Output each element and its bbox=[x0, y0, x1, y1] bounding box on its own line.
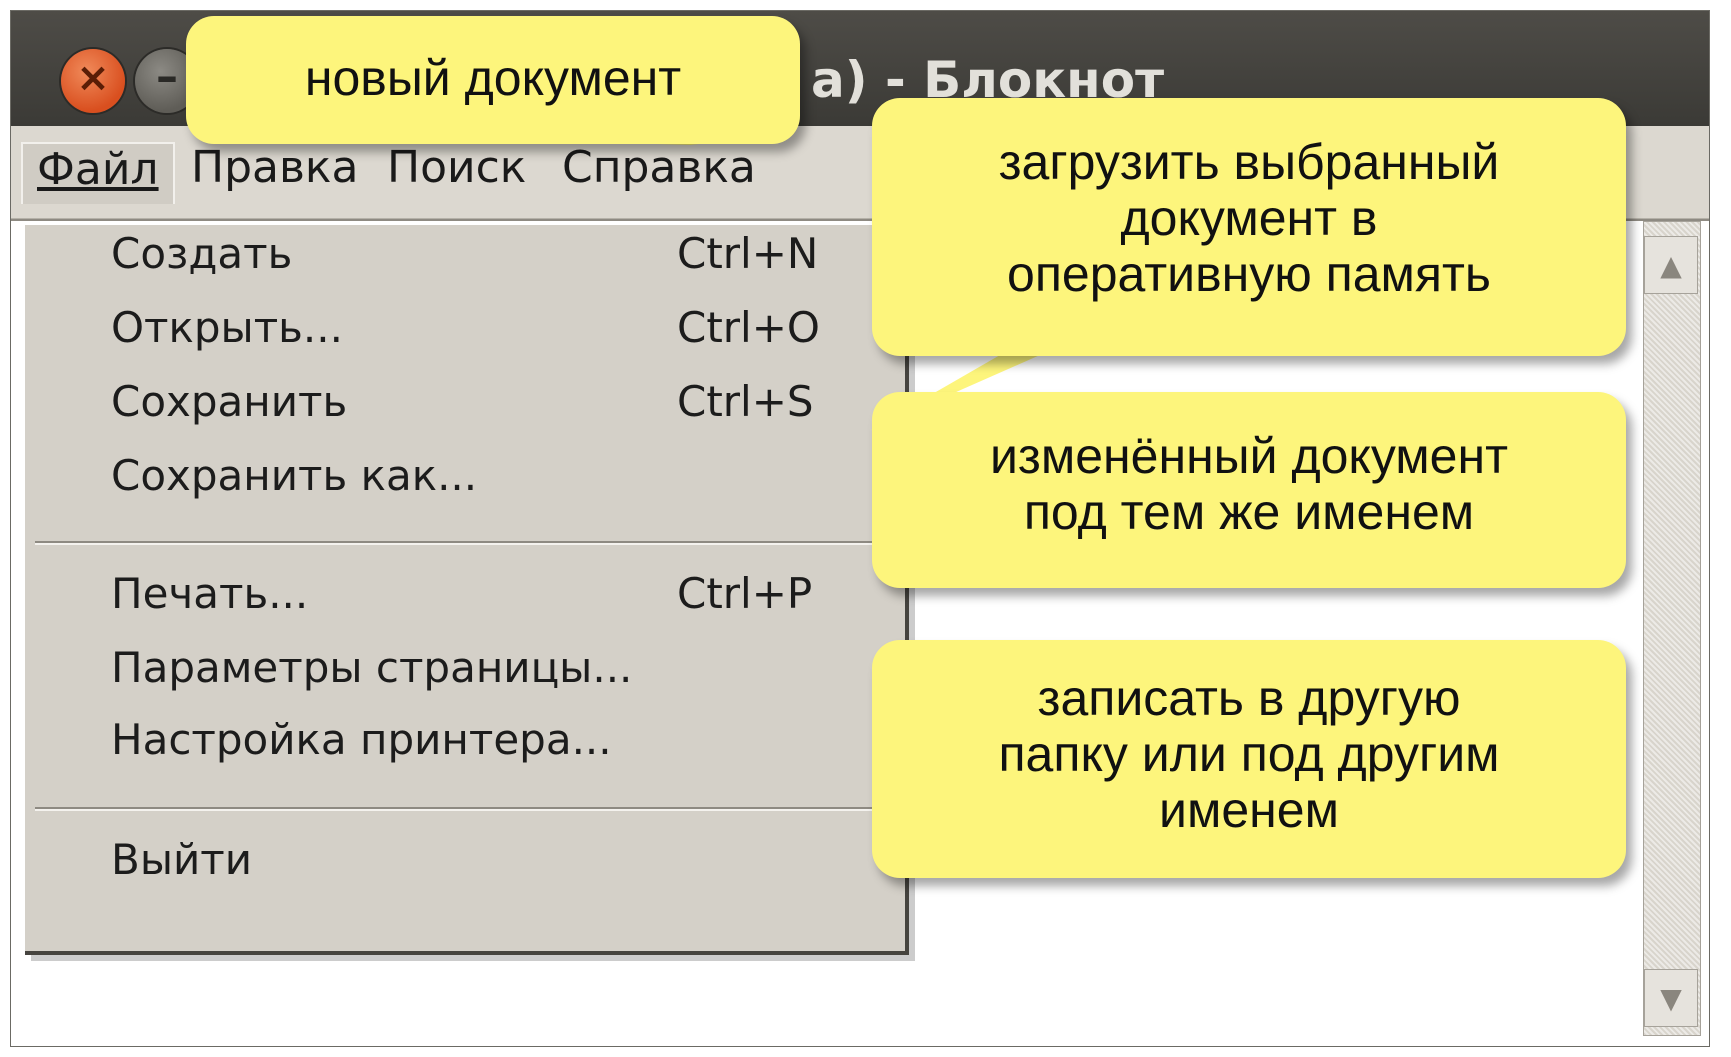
callout-open: загрузить выбранный документ в оперативн… bbox=[872, 98, 1626, 356]
callout-open-line1: загрузить выбранный bbox=[998, 134, 1500, 190]
callout-new-doc-text: новый документ bbox=[304, 50, 682, 106]
callout-save: изменённый документ под тем же именем bbox=[872, 392, 1626, 588]
callout-save-as-line3: именем bbox=[1159, 782, 1339, 838]
callout-open-line2: документ в bbox=[1120, 190, 1378, 246]
callout-open-line3: оперативную память bbox=[1007, 246, 1491, 302]
callout-save-as-line1: записать в другую bbox=[1037, 670, 1461, 726]
callout-save-as: записать в другую папку или под другим и… bbox=[872, 640, 1626, 878]
callout-save-line2: под тем же именем bbox=[1023, 484, 1475, 540]
callout-save-line1: изменённый документ bbox=[990, 428, 1508, 484]
callout-new-doc: новый документ bbox=[186, 16, 800, 144]
callout-save-as-line2: папку или под другим bbox=[998, 726, 1500, 782]
